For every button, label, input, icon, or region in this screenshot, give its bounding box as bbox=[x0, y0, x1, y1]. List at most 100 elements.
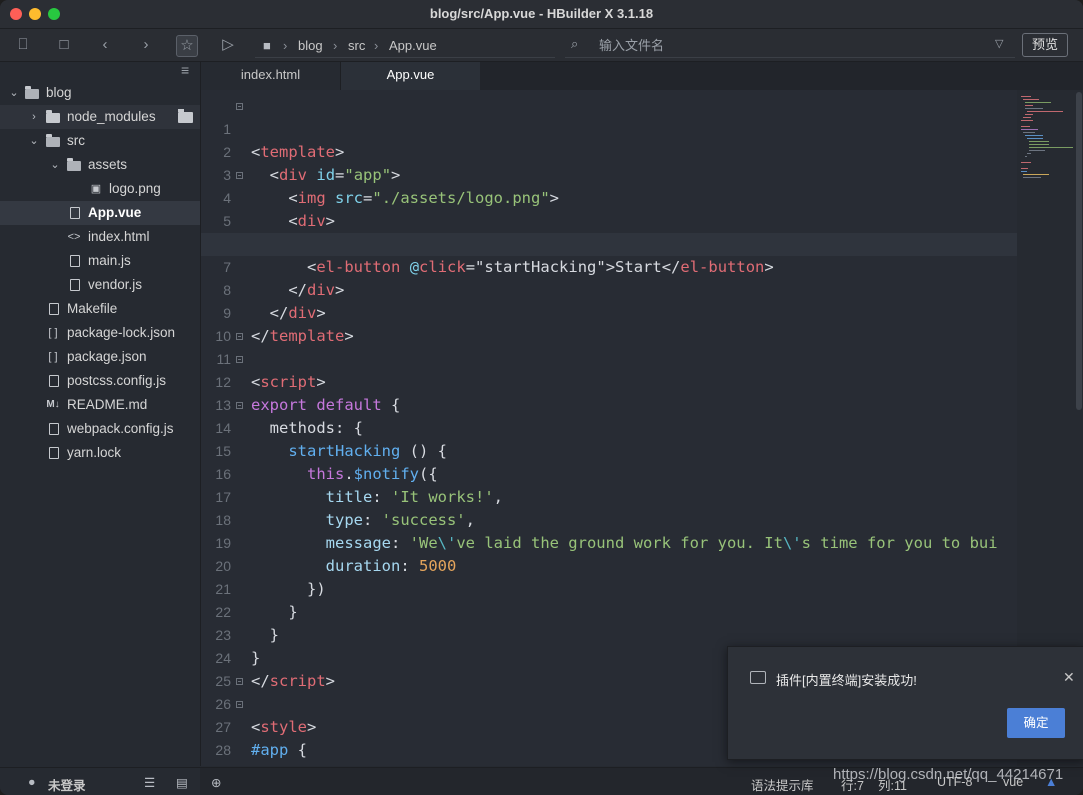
tree-item-main-js[interactable]: main.js bbox=[0, 249, 200, 273]
tree-item-blog[interactable]: ⌄ blog bbox=[0, 81, 200, 105]
search-icon: ⌕ bbox=[571, 36, 579, 51]
status-bar-left: ● 未登录 ☰ ▤ bbox=[0, 768, 200, 795]
code-line: 22 } bbox=[201, 578, 1017, 644]
fold-icon[interactable] bbox=[236, 172, 243, 179]
file-search: ⌕ ▽ bbox=[565, 32, 1015, 58]
tree-item-label: src bbox=[67, 133, 85, 148]
terminal-icon[interactable]: ▤ bbox=[176, 775, 188, 790]
filter-icon[interactable]: ▽ bbox=[995, 37, 1003, 50]
breadcrumb-item[interactable]: App.vue bbox=[389, 38, 437, 53]
tree-item-label: blog bbox=[46, 85, 72, 100]
chevron-down-icon[interactable]: ⌄ bbox=[28, 129, 40, 153]
code-line: 10 bbox=[201, 302, 1017, 344]
code-line: 21 } bbox=[201, 555, 1017, 621]
tree-item-package-json[interactable]: [ ] package.json bbox=[0, 345, 200, 369]
js-file-icon bbox=[70, 279, 80, 291]
breadcrumb-item[interactable]: src bbox=[348, 38, 365, 53]
code-line: 6 <el-button @click="startHacking">Start… bbox=[201, 210, 1017, 276]
code-line: 24 </script> bbox=[201, 624, 1017, 690]
breadcrumb-separator-icon: › bbox=[333, 38, 338, 53]
list-icon[interactable]: ☰ bbox=[144, 775, 155, 790]
window-title: blog/src/App.vue - HBuilder X 3.1.18 bbox=[429, 6, 654, 21]
tree-item-label: assets bbox=[88, 157, 128, 172]
js-file-icon bbox=[49, 423, 59, 435]
tree-item-label: App.vue bbox=[88, 205, 142, 220]
login-status[interactable]: 未登录 bbox=[48, 775, 86, 794]
code-line: 4 <div> bbox=[201, 164, 1017, 230]
folder-icon bbox=[67, 158, 81, 171]
fold-icon[interactable] bbox=[236, 356, 243, 363]
tree-item-label: yarn.lock bbox=[67, 445, 122, 460]
chevron-down-icon[interactable]: ⌄ bbox=[8, 81, 20, 105]
tree-item-label: webpack.config.js bbox=[67, 421, 174, 436]
tree-item-package-lock-json[interactable]: [ ] package-lock.json bbox=[0, 321, 200, 345]
menu-icon[interactable]: ≡ bbox=[181, 62, 189, 78]
folder-icon bbox=[25, 86, 39, 99]
code-line: 18 message: 'We\'ve laid the ground work… bbox=[201, 486, 1017, 552]
image-file-icon: ▣ bbox=[90, 183, 102, 195]
fold-icon[interactable] bbox=[236, 402, 243, 409]
tree-item-webpack-config-js[interactable]: webpack.config.js bbox=[0, 417, 200, 441]
code-line: 3 <img src="./assets/logo.png"> bbox=[201, 141, 1017, 207]
code-line: 1 <template> bbox=[201, 95, 1017, 161]
chevron-down-icon[interactable]: ⌄ bbox=[49, 153, 61, 177]
markdown-file-icon: M↓ bbox=[46, 399, 60, 410]
line-number: 29 bbox=[201, 762, 231, 766]
tree-item-src[interactable]: ⌄ src bbox=[0, 129, 200, 153]
fold-icon[interactable] bbox=[236, 678, 243, 685]
confirm-button[interactable]: 确定 bbox=[1007, 708, 1065, 738]
fold-icon[interactable] bbox=[236, 701, 243, 708]
user-icon: ● bbox=[28, 775, 36, 789]
breadcrumb-separator-icon: › bbox=[374, 38, 379, 53]
scrollbar-thumb[interactable] bbox=[1076, 92, 1082, 410]
folder-icon: ■ bbox=[263, 38, 271, 53]
preview-button[interactable]: 预览 bbox=[1022, 33, 1068, 57]
json-file-icon: [ ] bbox=[48, 351, 58, 363]
tree-item-app-vue[interactable]: App.vue bbox=[0, 201, 200, 225]
tree-item-postcss-config-js[interactable]: postcss.config.js bbox=[0, 369, 200, 393]
tree-item-readme-md[interactable]: M↓ README.md bbox=[0, 393, 200, 417]
globe-icon[interactable]: ⊕ bbox=[211, 775, 221, 790]
tree-item-vendor-js[interactable]: vendor.js bbox=[0, 273, 200, 297]
syntax-library[interactable]: 语法提示库 bbox=[751, 775, 814, 794]
tree-item-assets[interactable]: ⌄ assets bbox=[0, 153, 200, 177]
tree-item-yarn-lock[interactable]: yarn.lock bbox=[0, 441, 200, 465]
run-icon[interactable]: ▷ bbox=[218, 35, 238, 55]
js-file-icon bbox=[70, 255, 80, 267]
message-icon bbox=[750, 671, 766, 684]
code-line-current: 7 </div> bbox=[201, 233, 1017, 299]
code-line: 14 startHacking () { bbox=[201, 394, 1017, 460]
project-explorer: ≡ ⌄ blog › node_modules ⌄ src ⌄ assets ▣… bbox=[0, 62, 201, 766]
tab-app-vue[interactable]: App.vue bbox=[341, 62, 480, 90]
code-line: 17 type: 'success', bbox=[201, 463, 1017, 529]
back-icon[interactable]: ‹ bbox=[95, 35, 115, 55]
fold-icon[interactable] bbox=[236, 103, 243, 110]
close-icon[interactable]: ✕ bbox=[1063, 669, 1075, 686]
new-file-icon[interactable]: ⎕ bbox=[13, 35, 33, 55]
tree-item-label: index.html bbox=[88, 229, 150, 244]
tree-item-makefile[interactable]: Makefile bbox=[0, 297, 200, 321]
tree-item-index-html[interactable]: <> index.html bbox=[0, 225, 200, 249]
tree-item-label: README.md bbox=[67, 397, 148, 412]
breadcrumb-separator-icon: › bbox=[283, 38, 288, 53]
code-line: 2 <div id="app"> bbox=[201, 118, 1017, 184]
code-line: 19 duration: 5000 bbox=[201, 509, 1017, 575]
forward-icon[interactable]: › bbox=[136, 35, 156, 55]
chevron-right-icon[interactable]: › bbox=[28, 105, 40, 129]
notification-message: 插件[内置终端]安装成功! bbox=[776, 673, 917, 688]
tree-item-logo-png[interactable]: ▣ logo.png bbox=[0, 177, 200, 201]
save-icon[interactable]: □ bbox=[54, 35, 74, 55]
code-line: 20 }) bbox=[201, 532, 1017, 598]
fold-icon[interactable] bbox=[236, 333, 243, 340]
title-bar: blog/src/App.vue - HBuilder X 3.1.18 bbox=[0, 0, 1083, 29]
folder-icon bbox=[46, 134, 60, 147]
breadcrumb-item[interactable]: blog bbox=[298, 38, 323, 53]
favorite-star-icon[interactable]: ☆ bbox=[176, 35, 198, 57]
tab-index-html[interactable]: index.html bbox=[201, 62, 341, 90]
file-search-input[interactable] bbox=[597, 35, 981, 55]
tree-item-label: package.json bbox=[67, 349, 147, 364]
tree-item-node-modules[interactable]: › node_modules bbox=[0, 105, 200, 129]
tree-item-label: main.js bbox=[88, 253, 131, 268]
app-window: blog/src/App.vue - HBuilder X 3.1.18 ⎕ □… bbox=[0, 0, 1083, 795]
code-line: 15 this.$notify({ bbox=[201, 417, 1017, 483]
